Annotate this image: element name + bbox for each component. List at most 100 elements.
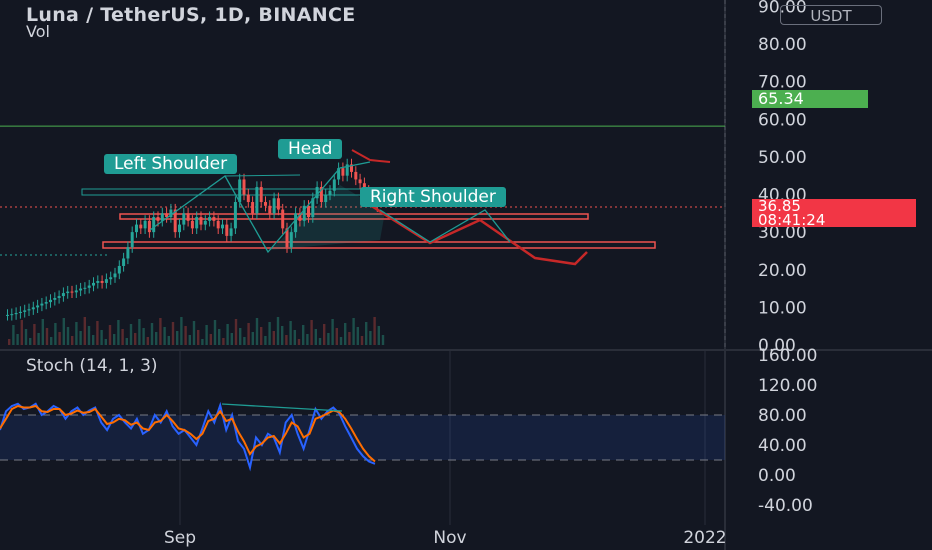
- candle-body: [264, 202, 267, 206]
- volume-bar: [83, 317, 86, 345]
- candle-body: [92, 282, 95, 286]
- volume-bar: [159, 318, 162, 345]
- quote-currency-badge[interactable]: USDT: [780, 5, 882, 25]
- volume-bar: [318, 338, 322, 345]
- volume-bar: [348, 332, 351, 345]
- volume-bar: [306, 334, 309, 345]
- volume-bar: [264, 336, 267, 345]
- volume-bar: [356, 327, 359, 345]
- volume-bar: [197, 330, 200, 345]
- candle-body: [14, 313, 18, 315]
- volume-bar: [327, 333, 330, 345]
- candle-body: [87, 285, 91, 288]
- stoch-axis-tick: 80.00: [758, 406, 807, 426]
- candle-body: [354, 171, 358, 180]
- candle-body: [289, 232, 293, 248]
- candle-body: [53, 297, 57, 300]
- volume-bar: [205, 325, 208, 345]
- volume-bar: [373, 317, 376, 345]
- stoch-indicator-label[interactable]: Stoch (14, 1, 3): [26, 356, 158, 376]
- candle-body: [113, 273, 117, 278]
- volume-bar: [79, 331, 82, 345]
- volume-bar: [138, 319, 141, 345]
- left-shoulder-annotation[interactable]: Left Shoulder: [104, 154, 238, 174]
- volume-label: Vol: [26, 22, 50, 41]
- candle-body: [44, 302, 48, 304]
- volume-bar: [41, 319, 44, 345]
- head-arrow: [351, 149, 391, 163]
- volume-bar: [293, 330, 296, 345]
- candle-body: [259, 186, 263, 203]
- candle-body: [221, 224, 224, 229]
- volume-bar: [339, 337, 343, 345]
- volume-bar: [285, 335, 288, 345]
- head-annotation[interactable]: Head: [278, 139, 343, 159]
- candle-body: [6, 314, 9, 316]
- candle-body: [79, 288, 83, 291]
- volume-bar: [180, 317, 183, 345]
- stoch-axis-tick: -40.00: [758, 496, 813, 516]
- volume-bar: [125, 338, 128, 345]
- candle-body: [117, 265, 121, 274]
- candle-body: [255, 186, 259, 214]
- volume-bar: [226, 324, 229, 345]
- volume-bar: [184, 326, 187, 345]
- price-axis-tick: 20.00: [758, 261, 807, 281]
- candle-body: [83, 287, 87, 289]
- candle-body: [18, 311, 22, 314]
- volume-bar: [213, 320, 217, 345]
- time-axis-tick: Nov: [433, 528, 466, 548]
- volume-bar: [239, 328, 242, 345]
- volume-bar: [310, 320, 313, 345]
- candle-body: [276, 198, 280, 210]
- volume-bar: [222, 338, 225, 345]
- volume-bar: [352, 318, 355, 345]
- candle-body: [328, 190, 332, 195]
- neckline-box-lower: [102, 241, 656, 249]
- candle-body: [10, 314, 14, 316]
- volume-bar: [104, 339, 107, 345]
- volume-bar: [29, 338, 32, 345]
- candle-body: [307, 205, 310, 218]
- volume-bar: [344, 323, 347, 345]
- volume-bar: [75, 322, 78, 345]
- price-axis-tick: 80.00: [758, 35, 807, 55]
- candle-body: [246, 194, 250, 203]
- time-axis-tick: 2022: [683, 528, 726, 548]
- volume-bar: [360, 336, 364, 345]
- candle-body: [143, 220, 147, 229]
- volume-bar: [142, 328, 145, 345]
- candle-body: [281, 209, 285, 229]
- candle-body: [182, 213, 186, 225]
- stoch-axis-tick: 160.00: [758, 346, 817, 366]
- volume-bar: [335, 328, 338, 345]
- candle-body: [139, 224, 143, 229]
- time-axis-tick: Sep: [164, 528, 196, 548]
- volume-bar: [188, 335, 191, 345]
- volume-bar: [134, 333, 137, 345]
- candle-body: [190, 220, 194, 229]
- volume-bar: [155, 332, 158, 345]
- candle-body: [341, 168, 345, 176]
- candle-body: [122, 258, 126, 266]
- stoch-axis-tick: 120.00: [758, 376, 817, 396]
- volume-bar: [365, 322, 368, 345]
- candle-body: [27, 309, 31, 311]
- volume-bar: [16, 334, 19, 345]
- candle-body: [66, 291, 70, 294]
- candle-body: [195, 217, 199, 229]
- volume-bar: [230, 333, 233, 345]
- candle-body: [212, 217, 216, 221]
- price-axis-tick: 60.00: [758, 110, 807, 130]
- shoulder-line: [224, 174, 301, 177]
- volume-bar: [58, 332, 61, 345]
- volume-bar: [150, 323, 154, 345]
- volume-bar: [255, 318, 259, 345]
- last-price-tag: 36.85 08:41:24: [752, 199, 916, 228]
- candle-body: [358, 179, 362, 184]
- candle-body: [324, 194, 328, 203]
- right-shoulder-annotation[interactable]: Right Shoulder: [360, 187, 506, 207]
- resistance-price-tag: 65.34: [752, 90, 868, 108]
- candle-body: [135, 224, 138, 233]
- chart-canvas[interactable]: 90.0080.0070.0060.0050.0040.0030.0020.00…: [0, 0, 932, 550]
